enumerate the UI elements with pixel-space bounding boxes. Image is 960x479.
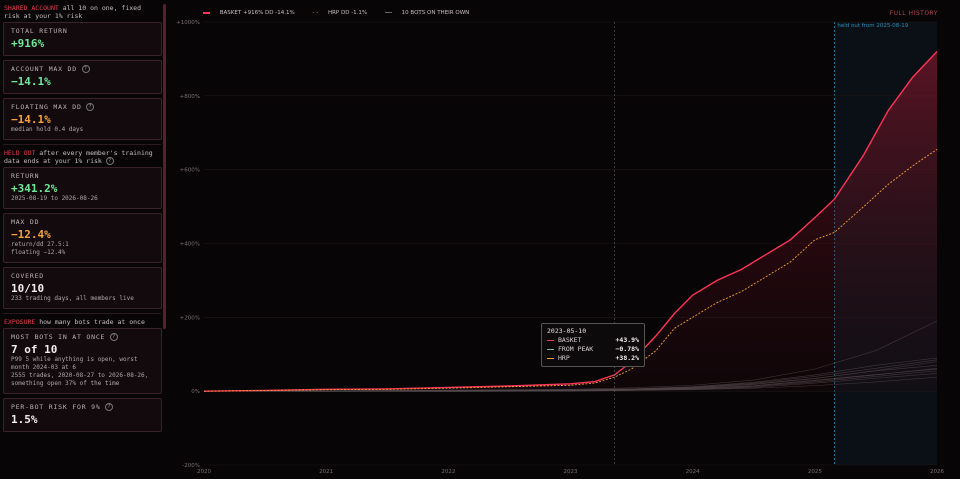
divider: [3, 313, 161, 314]
floating-max-dd-value: −14.1%: [11, 113, 51, 126]
chart-svg[interactable]: held out from 2025-08-19 +1000% +800% +600%…: [170, 0, 960, 479]
x-tick-label: 2021: [319, 469, 333, 475]
max-dd-label: MAX DD: [11, 218, 40, 226]
legend-basket[interactable]: BASKET +916% DD -14.1%: [203, 10, 303, 16]
x-tick-label: 2025: [808, 469, 822, 475]
account-max-dd-label: ACCOUNT MAX DD: [11, 65, 77, 73]
held-out-header: HELD OUT after every member's training d…: [4, 149, 153, 165]
floating-max-dd-label: FLOATING MAX DD: [11, 103, 82, 111]
exposure-header: EXPOSURE how many bots trade at once: [4, 318, 145, 326]
account-max-dd-value: −14.1%: [11, 75, 51, 88]
legend-bots[interactable]: 10 BOTS ON THEIR OWN: [384, 10, 477, 16]
y-tick-label: +600%: [180, 168, 200, 174]
total-return-value: +916%: [11, 37, 45, 50]
help-icon[interactable]: ?: [110, 333, 118, 341]
floating-max-dd-card: FLOATING MAX DD ? −14.1% median hold 0.4…: [3, 98, 162, 140]
x-tick-label: 2026: [930, 469, 944, 475]
x-tick-label: 2023: [564, 469, 578, 475]
tooltip-date: 2023-05-10: [547, 327, 587, 335]
help-icon[interactable]: ?: [86, 103, 95, 111]
total-return-label: TOTAL RETURN: [11, 27, 68, 35]
x-tick-label: 2020: [197, 469, 211, 475]
max-dd-value: −12.4%: [11, 228, 51, 241]
per-bot-risk-label: PER-BOT RISK FOR 9%: [11, 403, 101, 411]
covered-card: COVERED 10/10 233 trading days, all memb…: [3, 267, 162, 309]
per-bot-risk-value: 1.5%: [11, 413, 38, 426]
y-tick-label: +400%: [180, 242, 200, 248]
tooltip-row-basket: BASKET +43.9%: [547, 336, 639, 345]
y-tick-label: +800%: [180, 94, 200, 100]
tooltip-row-from-peak: FROM PEAK −0.78%: [547, 345, 639, 354]
per-bot-risk-card: PER-BOT RISK FOR 9% ? 1.5%: [3, 398, 162, 432]
x-tick-label: 2022: [441, 469, 455, 475]
median-hold-text: median hold 0.4 days: [11, 126, 84, 133]
floating-dd: floating −12.4%: [11, 249, 66, 256]
equity-chart[interactable]: held out from 2025-08-19 +1000% +800% +600%…: [170, 0, 960, 479]
covered-value: 10/10: [11, 282, 45, 295]
return-value: +341.2%: [11, 182, 58, 195]
account-max-dd-card: ACCOUNT MAX DD ? −14.1%: [3, 60, 162, 94]
chart-tooltip: 2023-05-10 BASKET +43.9% FROM PEAK −0.78% …: [541, 323, 645, 367]
most-bots-label: MOST BOTS IN AT ONCE: [11, 333, 106, 341]
divider: [3, 144, 161, 145]
sidebar: SHARED ACCOUNT all 10 on one, fixed risk…: [0, 0, 164, 479]
sidebar-scrollbar[interactable]: [163, 4, 166, 329]
y-tick-label: +200%: [180, 315, 200, 321]
help-icon[interactable]: ?: [81, 65, 90, 73]
return-range: 2025-08-19 to 2026-08-26: [11, 195, 98, 202]
most-bots-p99: P99 5 while anything is open, worst mont…: [11, 356, 138, 371]
held-out-label: held out from 2025-08-19: [837, 23, 908, 29]
return-card: RETURN +341.2% 2025-08-19 to 2026-08-26: [3, 167, 162, 209]
most-bots-card: MOST BOTS IN AT ONCE ? 7 of 10 P99 5 whi…: [3, 328, 162, 394]
help-icon[interactable]: ?: [105, 403, 114, 411]
full-history-button[interactable]: FULL HISTORY: [890, 10, 938, 17]
chart-legend: BASKET +916% DD -14.1% - - HRP DD -1.1% …: [203, 10, 485, 16]
covered-label: COVERED: [11, 272, 44, 280]
covered-sub: 233 trading days, all members live: [11, 295, 134, 302]
max-dd-card: MAX DD −12.4% return/dd 27.5:1 floating …: [3, 213, 162, 263]
most-bots-trades: 2555 trades, 2020-08-27 to 2026-08-26, s…: [11, 372, 149, 387]
x-tick-label: 2024: [686, 469, 700, 475]
legend-hrp[interactable]: - - HRP DD -1.1%: [312, 10, 375, 16]
total-return-card: TOTAL RETURN +916%: [3, 22, 162, 56]
y-tick-label: 0%: [191, 389, 200, 395]
tooltip-row-hrp: HRP +38.2%: [547, 354, 639, 363]
return-label: RETURN: [11, 172, 40, 180]
most-bots-value: 7 of 10: [11, 343, 58, 356]
shared-account-header: SHARED ACCOUNT all 10 on one, fixed risk…: [4, 4, 141, 20]
y-tick-label: +1000%: [176, 20, 200, 26]
help-icon[interactable]: ?: [105, 157, 114, 165]
return-dd-ratio: return/dd 27.5:1: [11, 241, 69, 248]
